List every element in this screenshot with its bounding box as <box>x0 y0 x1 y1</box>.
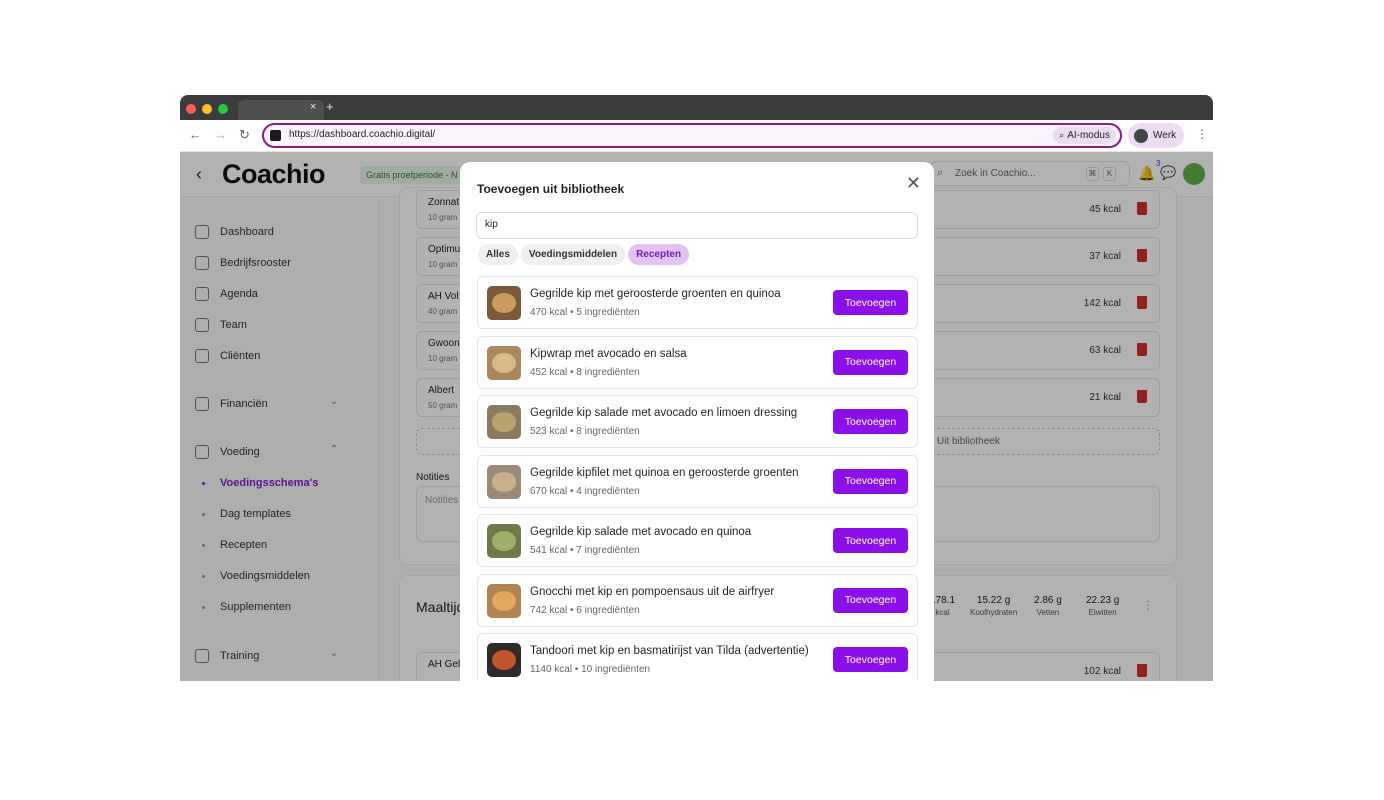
minimize-window-button[interactable] <box>202 104 212 114</box>
add-button[interactable]: Toevoegen <box>833 528 908 553</box>
tab-strip: × + <box>180 95 1213 120</box>
recipe-thumbnail <box>487 286 521 320</box>
recipe-name: Gegrilde kip salade met avocado en quino… <box>530 526 752 538</box>
profile-button[interactable]: Werk <box>1128 123 1184 148</box>
food-plate-icon <box>492 650 516 670</box>
library-search-input[interactable] <box>485 219 905 230</box>
coachio-app: ‹ Coachio Gratis proefperiode - N ⌕ Zoek… <box>180 152 1213 681</box>
browser-window: × + ← → ↻ https://dashboard.coachio.digi… <box>180 95 1213 681</box>
add-button[interactable]: Toevoegen <box>833 468 908 494</box>
recipe-meta: 452 kcal • 8 ingrediënten <box>530 366 640 378</box>
add-button[interactable]: Toevoegen <box>833 587 908 613</box>
back-arrow-icon[interactable]: ← <box>189 127 202 143</box>
profile-avatar <box>1134 129 1148 143</box>
food-plate-icon <box>492 352 516 373</box>
recipe-thumbnail <box>487 464 521 499</box>
tab-close-icon[interactable]: × <box>310 102 316 113</box>
close-window-button[interactable] <box>186 104 196 114</box>
add-button[interactable]: Toevoegen <box>833 409 908 434</box>
filter-chips: Alles Voedingsmiddelen Recepten <box>478 244 692 265</box>
list-item[interactable]: Gegrilde kipfilet met quinoa en gerooste… <box>477 454 918 508</box>
results-list: Gegrilde kip met geroosterde groenten en… <box>477 276 918 681</box>
recipe-thumbnail <box>487 405 521 439</box>
browser-menu-icon[interactable]: ⋮ <box>1196 128 1208 140</box>
list-item[interactable]: Kipwrap met avocado en salsa 452 kcal • … <box>477 335 918 389</box>
close-icon[interactable]: ✕ <box>906 174 921 192</box>
list-item[interactable]: Gnocchi met kip en pompoensaus uit de ai… <box>477 573 918 627</box>
library-search-field[interactable] <box>476 212 918 239</box>
food-plate-icon <box>492 471 516 492</box>
recipe-thumbnail <box>487 345 521 380</box>
food-plate-icon <box>492 293 516 313</box>
ai-mode-label: AI-modus <box>1067 130 1110 141</box>
recipe-name: Gegrilde kipfilet met quinoa en gerooste… <box>530 466 799 479</box>
reload-icon[interactable]: ↻ <box>239 127 250 143</box>
add-button[interactable]: Toevoegen <box>833 647 908 672</box>
food-plate-icon <box>492 531 516 551</box>
list-item[interactable]: Gegrilde kip salade met avocado en limoe… <box>477 395 918 448</box>
recipe-name: Gnocchi met kip en pompoensaus uit de ai… <box>530 585 775 598</box>
recipe-meta: 523 kcal • 8 ingrediënten <box>530 426 640 437</box>
list-item[interactable]: Gegrilde kip salade met avocado en quino… <box>477 514 918 567</box>
address-bar[interactable]: https://dashboard.coachio.digital/ ⌕ AI-m… <box>262 123 1122 148</box>
add-button[interactable]: Toevoegen <box>833 290 908 315</box>
list-item[interactable]: Gegrilde kip met geroosterde groenten en… <box>477 276 918 329</box>
recipe-meta: 742 kcal • 6 ingrediënten <box>530 604 640 616</box>
filter-all-chip[interactable]: Alles <box>478 244 518 265</box>
maximize-window-button[interactable] <box>218 104 228 114</box>
profile-label: Werk <box>1153 130 1177 141</box>
site-favicon-icon <box>270 130 281 141</box>
food-plate-icon <box>492 412 516 432</box>
modal-title: Toevoegen uit bibliotheek <box>477 182 625 196</box>
list-item[interactable]: Tandoori met kip en basmatirijst van Til… <box>477 633 918 681</box>
recipe-meta: 541 kcal • 7 ingrediënten <box>530 545 640 556</box>
url-text[interactable]: https://dashboard.coachio.digital/ <box>289 129 435 140</box>
new-tab-button[interactable]: + <box>326 100 334 113</box>
ai-search-icon: ⌕ <box>1059 130 1065 140</box>
add-button[interactable]: Toevoegen <box>833 349 908 375</box>
forward-arrow-icon[interactable]: → <box>214 127 227 143</box>
recipe-name: Kipwrap met avocado en salsa <box>530 347 687 360</box>
recipe-meta: 670 kcal • 4 ingrediënten <box>530 485 640 497</box>
library-modal: Toevoegen uit bibliotheek ✕ AllesVoeding… <box>460 162 934 681</box>
recipe-thumbnail <box>487 583 521 618</box>
recipe-meta: 1140 kcal • 10 ingrediënten <box>530 664 651 675</box>
browser-toolbar: ← → ↻ https://dashboard.coachio.digital/… <box>180 120 1213 152</box>
recipe-thumbnail <box>487 643 521 677</box>
food-plate-icon <box>492 590 516 611</box>
recipe-thumbnail <box>487 524 521 558</box>
recipe-meta: 470 kcal • 5 ingrediënten <box>530 307 640 318</box>
ai-mode-button[interactable]: ⌕ AI-modus <box>1053 127 1116 144</box>
recipe-name: Tandoori met kip en basmatirijst van Til… <box>530 645 809 657</box>
recipe-name: Gegrilde kip met geroosterde groenten en… <box>530 288 781 300</box>
recipe-name: Gegrilde kip salade met avocado en limoe… <box>530 407 798 419</box>
filter-foods-chip[interactable]: Voedingsmiddelen <box>520 244 626 265</box>
filter-recipes-chip[interactable]: Recepten <box>628 244 690 265</box>
